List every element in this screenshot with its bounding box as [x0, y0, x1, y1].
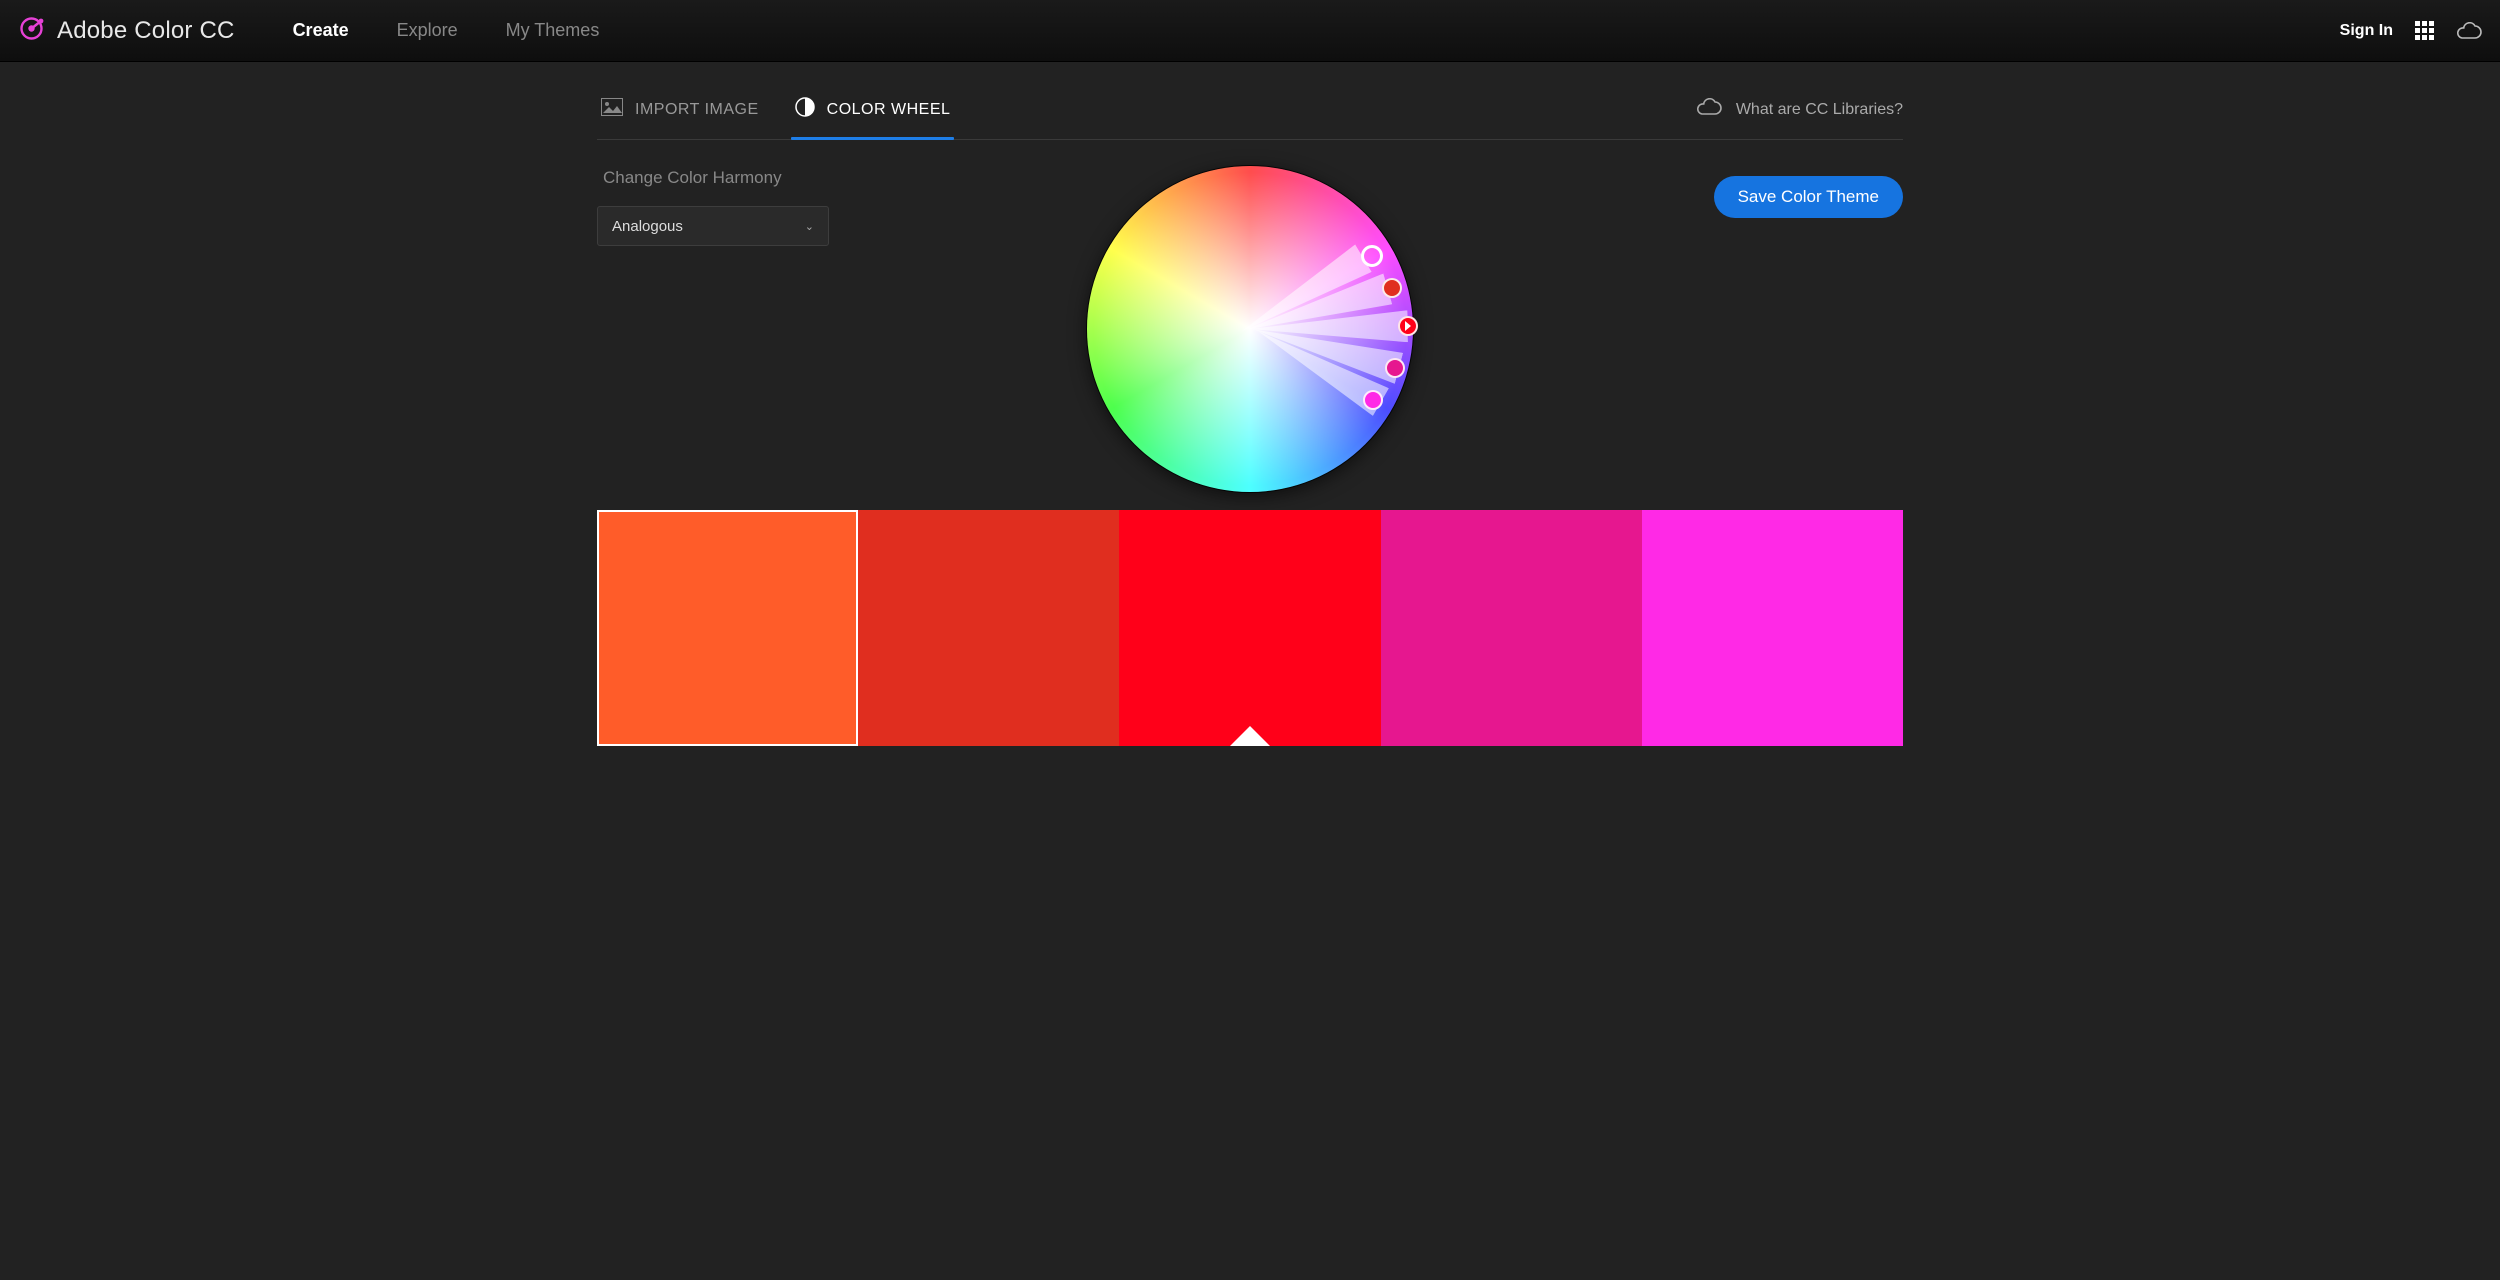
sub-tabrow: IMPORT IMAGE COLOR WHEEL What are CC Lib… — [597, 80, 1903, 140]
color-wheel[interactable] — [1087, 166, 1413, 492]
chevron-down-icon: ⌄ — [805, 220, 814, 233]
cc-libraries-label: What are CC Libraries? — [1736, 101, 1903, 119]
tab-import-image[interactable]: IMPORT IMAGE — [597, 80, 763, 139]
swatch[interactable] — [1381, 510, 1642, 746]
nav-my-themes[interactable]: My Themes — [506, 20, 600, 41]
nav-explore[interactable]: Explore — [397, 20, 458, 41]
creative-cloud-icon — [1696, 98, 1722, 121]
primary-nav: Create Explore My Themes — [293, 20, 600, 41]
base-color-pointer-icon — [1230, 726, 1270, 746]
brand: Adobe Color CC — [18, 15, 235, 47]
topbar-right: Sign In — [2340, 21, 2482, 40]
tab-color-wheel[interactable]: COLOR WHEEL — [791, 80, 955, 139]
harmony-label: Change Color Harmony — [603, 168, 829, 188]
app-switcher-icon[interactable] — [2415, 21, 2434, 40]
brand-title: Adobe Color CC — [57, 17, 235, 45]
wheel-marker[interactable] — [1398, 316, 1418, 336]
controls-row: Change Color Harmony Analogous ⌄ Save Co… — [597, 168, 1903, 508]
swatch[interactable] — [597, 510, 858, 746]
harmony-block: Change Color Harmony Analogous ⌄ — [597, 168, 829, 246]
creative-cloud-icon[interactable] — [2456, 22, 2482, 40]
swatch[interactable] — [1642, 510, 1903, 746]
harmony-value: Analogous — [612, 218, 683, 235]
save-theme-button[interactable]: Save Color Theme — [1714, 176, 1903, 218]
wheel-marker[interactable] — [1363, 390, 1383, 410]
image-icon — [601, 98, 623, 121]
tab-import-label: IMPORT IMAGE — [635, 101, 759, 119]
swatch-row — [597, 510, 1903, 746]
adobe-color-logo-icon — [18, 15, 45, 47]
wheel-ray — [1249, 310, 1408, 345]
tab-wheel-label: COLOR WHEEL — [827, 101, 951, 119]
cc-libraries-link[interactable]: What are CC Libraries? — [1696, 98, 1903, 121]
topbar: Adobe Color CC Create Explore My Themes … — [0, 0, 2500, 62]
harmony-select[interactable]: Analogous ⌄ — [597, 206, 829, 246]
wheel-ray — [1250, 314, 1403, 384]
wheel-marker[interactable] — [1361, 245, 1383, 267]
sign-in-link[interactable]: Sign In — [2340, 22, 2393, 40]
wheel-ray — [1234, 244, 1372, 345]
active-tab-underline — [791, 137, 955, 140]
swatch[interactable] — [1119, 510, 1380, 746]
half-circle-icon — [795, 97, 815, 122]
main-content: IMPORT IMAGE COLOR WHEEL What are CC Lib… — [595, 80, 1905, 746]
swatch[interactable] — [858, 510, 1119, 746]
nav-create[interactable]: Create — [293, 20, 349, 41]
wheel-marker[interactable] — [1385, 358, 1405, 378]
wheel-ray — [1241, 273, 1392, 345]
wheel-marker[interactable] — [1382, 278, 1402, 298]
color-wheel-wrap — [1087, 166, 1413, 492]
